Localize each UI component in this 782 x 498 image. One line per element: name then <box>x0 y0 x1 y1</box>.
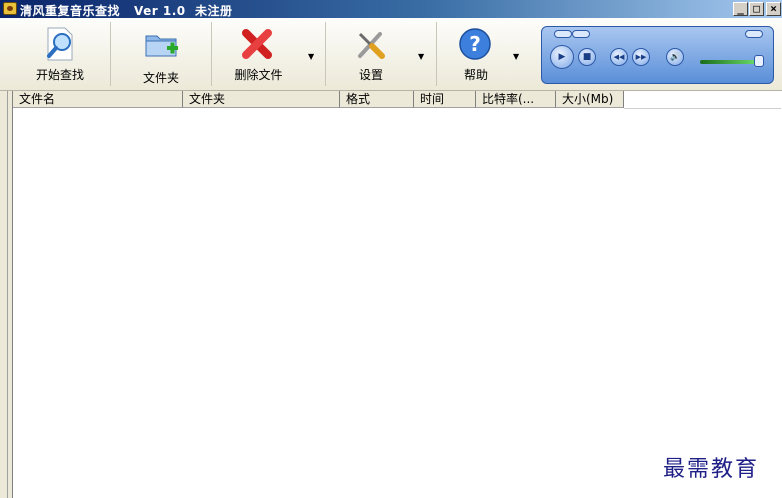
help-dropdown-icon[interactable]: ▼ <box>513 52 519 61</box>
folder-add-icon <box>145 35 178 57</box>
help-label: 帮助 <box>463 68 488 82</box>
tools-icon <box>358 32 385 59</box>
column-size[interactable]: 大小(Mb) <box>556 91 624 108</box>
player-tab-right[interactable] <box>745 30 763 38</box>
next-icon[interactable]: ▶▶ <box>632 48 650 66</box>
delete-x-icon <box>242 29 273 59</box>
header-filler <box>624 91 781 109</box>
app-icon <box>3 2 17 15</box>
svg-text:?: ? <box>470 32 482 56</box>
column-folder[interactable]: 文件夹 <box>183 91 340 108</box>
column-format[interactable]: 格式 <box>340 91 414 108</box>
start-search-button[interactable]: 开始查找 <box>10 22 111 86</box>
delete-file-label: 删除文件 <box>234 68 283 82</box>
settings-button[interactable]: 设置 ▼ <box>326 22 437 86</box>
help-icon: ? <box>459 28 492 60</box>
folder-label: 文件夹 <box>142 71 179 85</box>
settings-dropdown-icon[interactable]: ▼ <box>418 52 424 61</box>
help-button[interactable]: ? 帮助 ▼ <box>437 22 533 86</box>
left-gutter <box>0 91 12 498</box>
toolbar: 开始查找 文件夹 删除文件 ▼ 设置 ▼ ? 帮助 ▼ ▶ ■ ◀◀ ▶▶ 🔊 <box>0 18 782 91</box>
delete-file-button[interactable]: 删除文件 ▼ <box>212 22 326 86</box>
search-icon <box>47 27 73 61</box>
column-time[interactable]: 时间 <box>414 91 476 108</box>
watermark-text: 最需教育 <box>663 457 760 482</box>
volume-slider-knob[interactable] <box>754 55 764 67</box>
title-bar[interactable]: 清风重复音乐查找 Ver 1.0 未注册 _ □ × <box>0 0 782 18</box>
media-player: ▶ ■ ◀◀ ▶▶ 🔊 <box>541 26 774 84</box>
minimize-button[interactable]: _ <box>733 2 748 16</box>
player-tab-left[interactable] <box>554 30 572 38</box>
close-button[interactable]: × <box>766 2 781 16</box>
window-title: 清风重复音乐查找 Ver 1.0 未注册 <box>20 4 233 18</box>
column-filename[interactable]: 文件名 <box>13 91 183 108</box>
maximize-button[interactable]: □ <box>749 2 764 16</box>
start-search-label: 开始查找 <box>35 68 84 82</box>
mute-icon[interactable]: 🔊 <box>666 48 684 66</box>
volume-track[interactable] <box>700 60 760 64</box>
settings-label: 设置 <box>358 68 383 82</box>
player-tab-left-2[interactable] <box>572 30 590 38</box>
folder-button[interactable]: 文件夹 <box>111 22 212 86</box>
column-bitrate[interactable]: 比特率(... <box>476 91 556 108</box>
list-header: 文件名 文件夹 格式 时间 比特率(... 大小(Mb) <box>13 91 781 109</box>
file-list[interactable]: 文件名 文件夹 格式 时间 比特率(... 大小(Mb) <box>12 91 782 498</box>
prev-icon[interactable]: ◀◀ <box>610 48 628 66</box>
stop-icon[interactable]: ■ <box>578 48 596 66</box>
delete-dropdown-icon[interactable]: ▼ <box>308 52 314 61</box>
play-icon[interactable]: ▶ <box>550 45 574 69</box>
